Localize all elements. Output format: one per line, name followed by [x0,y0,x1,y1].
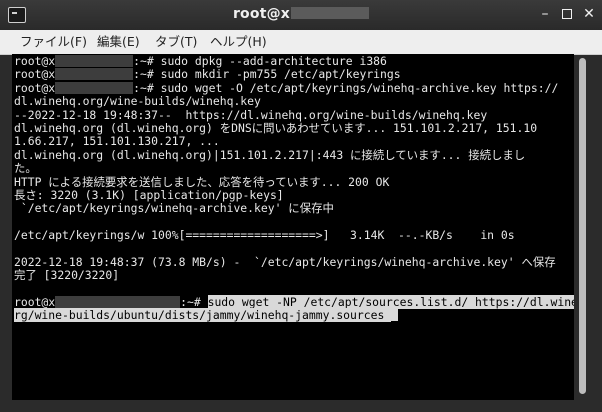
terminal-line: rg/wine-builds/ubuntu/dists/jammy/winehq… [14,308,574,323]
output-line: 長さ: 3220 (3.1K) [application/pgp-keys] [14,187,284,202]
menu-bar: ファイル(F) 編集(E) タブ(T) ヘルプ(H) [0,30,602,55]
command-text: sudo wget -O /etc/apt/keyrings/winehq-ar… [160,80,559,95]
title-bar[interactable]: root@x – ✕ [0,0,602,30]
command-text: sudo dpkg --add-architecture i386 [160,54,387,68]
output-line: HTTP による接続要求を送信しました、応答を待っています... 200 OK [14,174,390,189]
redacted-hostname [291,7,370,19]
scrollbar-thumb[interactable] [579,58,586,394]
menu-file[interactable]: ファイル(F) [20,33,87,51]
terminal-window: root@x – ✕ ファイル(F) 編集(E) タブ(T) ヘルプ(H) ro… [0,0,602,412]
redacted-hostname [55,68,134,81]
window-title-user: root@x [232,6,291,22]
selected-command-text[interactable]: sudo wget -NP /etc/apt/sources.list.d/ h… [207,295,574,310]
redacted-hostname [55,81,134,94]
output-line: た。 [14,161,37,176]
terminal-line: root@x :~# sudo mkdir -pm755 /etc/apt/key… [14,68,574,81]
output-line: dl.winehq.org (dl.winehq.org) をDNSに問いあわせ… [14,120,538,135]
redacted-hostname [55,296,181,309]
close-button[interactable]: ✕ [580,5,598,23]
output-line: `/etc/apt/keyrings/winehq-archive.key' に… [14,201,334,216]
terminal-line: root@x :~# sudo wget -NP /etc/apt/sources… [14,295,574,310]
prompt-user: root@x [14,54,56,68]
minimize-button[interactable]: – [536,5,554,23]
menu-help[interactable]: ヘルプ(H) [210,33,267,51]
menu-edit[interactable]: 編集(E) [97,33,140,51]
maximize-button[interactable] [558,5,576,23]
redacted-hostname [55,55,134,67]
prompt-user: root@x [14,295,56,310]
text-cursor [391,309,399,322]
close-icon: ✕ [583,6,595,22]
selected-command-text[interactable]: rg/wine-builds/ubuntu/dists/jammy/winehq… [14,308,392,323]
prompt-suffix: :~# [133,80,161,95]
terminal-line: root@x :~# sudo dpkg --add-architecture i… [14,54,574,68]
command-text: sudo mkdir -pm755 /etc/apt/keyrings [160,67,401,82]
maximize-icon [562,9,572,19]
progress-line: /etc/apt/keyrings/w 100%[===============… [14,228,515,243]
menu-tabs[interactable]: タブ(T) [155,33,197,51]
prompt-user: root@x [14,80,56,95]
output-line: 2022-12-18 19:48:37 (73.8 MB/s) - `/etc/… [14,254,556,269]
window-title: root@x [0,6,602,22]
prompt-suffix: :~# [133,67,161,82]
output-line: dl.winehq.org/wine-builds/winehq.key [14,94,261,109]
prompt-suffix: :~# [180,295,208,310]
minimize-icon: – [541,6,549,22]
prompt-user: root@x [14,67,56,82]
terminal-line: root@x :~# sudo wget -O /etc/apt/keyrings… [14,80,574,95]
output-line: 完了 [3220/3220] [14,268,120,283]
terminal-output-area[interactable]: root@x :~# sudo dpkg --add-architecture i… [12,54,574,400]
output-line: dl.winehq.org (dl.winehq.org)|151.101.2.… [14,147,526,162]
prompt-suffix: :~# [133,54,161,68]
output-line: --2022-12-18 19:48:37-- https://dl.wineh… [14,107,488,122]
output-line: 1.66.217, 151.101.130.217, ... [14,134,220,149]
